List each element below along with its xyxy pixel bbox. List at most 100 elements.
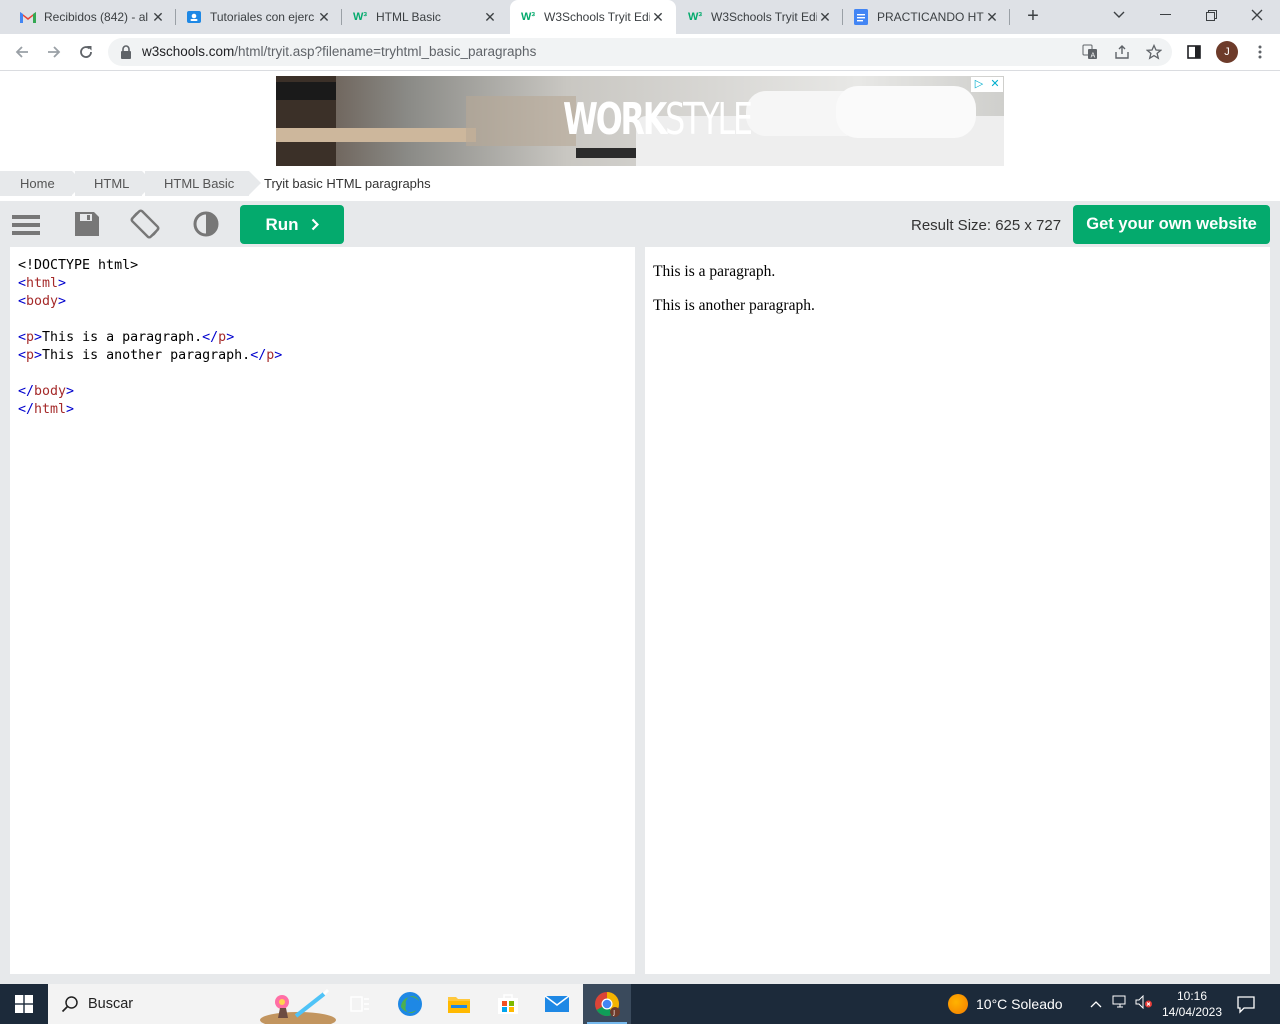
- address-bar[interactable]: w3schools.com/html/tryit.asp?filename=tr…: [108, 38, 1172, 66]
- rotate-orientation-icon[interactable]: [130, 209, 160, 239]
- svg-text:A: A: [1091, 52, 1096, 60]
- tab-gmail[interactable]: Recibidos (842) - al ✕: [10, 0, 176, 34]
- windows-taskbar: Buscar J 10°C Soleado 10:16 14/04/2023: [0, 984, 1280, 1024]
- task-view-icon: [350, 996, 369, 1012]
- breadcrumb-home[interactable]: Home: [0, 171, 87, 196]
- close-icon[interactable]: ✕: [817, 9, 833, 25]
- notification-center-icon[interactable]: [1236, 994, 1256, 1014]
- code-line: </body>: [18, 384, 75, 399]
- search-icon: [61, 996, 78, 1013]
- code-line: <p>This is another paragraph.</p>: [18, 348, 283, 363]
- close-icon[interactable]: ✕: [316, 9, 332, 25]
- menu-icon[interactable]: [11, 209, 41, 239]
- run-button[interactable]: Run: [240, 205, 344, 244]
- share-icon[interactable]: [1114, 44, 1130, 60]
- code-line: <html>: [18, 276, 67, 291]
- taskbar-edge[interactable]: [386, 984, 434, 1024]
- search-placeholder: Buscar: [88, 996, 134, 1012]
- chevron-right-icon: [311, 218, 319, 231]
- editor-panels: <!DOCTYPE html> <html> <body> <p>This is a…: [0, 247, 1280, 984]
- tab-tryit-active[interactable]: W³ W3Schools Tryit Edi ✕: [510, 0, 676, 34]
- code-line: </html>: [18, 402, 75, 417]
- bookmark-star-icon[interactable]: [1145, 43, 1163, 60]
- menu-kebab-icon[interactable]: [1246, 38, 1274, 66]
- tab-html-basic[interactable]: W³ HTML Basic ✕: [342, 0, 508, 34]
- tab-tryit-2[interactable]: W³ W3Schools Tryit Edi ✕: [677, 0, 843, 34]
- tab-title: PRACTICANDO HTM: [877, 10, 984, 24]
- reload-button[interactable]: [72, 38, 100, 66]
- tab-title: W3Schools Tryit Edi: [711, 10, 817, 24]
- taskbar-chrome[interactable]: J: [583, 984, 631, 1024]
- ad-brand-logo: WORKSTYLE: [563, 94, 753, 145]
- adchoices-icon[interactable]: ▷: [971, 77, 987, 92]
- tab-title: HTML Basic: [376, 10, 441, 24]
- code-content[interactable]: <!DOCTYPE html> <html> <body> <p>This is a…: [18, 257, 282, 419]
- breadcrumb-current: Tryit basic HTML paragraphs: [264, 176, 431, 191]
- taskbar-store[interactable]: [484, 984, 532, 1024]
- clock-date: 14/04/2023: [1161, 1005, 1223, 1019]
- breadcrumb: Home HTML HTML Basic Tryit basic HTML pa…: [0, 171, 1280, 196]
- lock-icon[interactable]: [120, 45, 132, 59]
- ad-choices[interactable]: ▷ ✕: [971, 77, 1003, 92]
- gmail-icon: [20, 9, 36, 25]
- taskbar-mail[interactable]: [533, 984, 581, 1024]
- result-frame[interactable]: This is a paragraph. This is another par…: [645, 247, 1270, 974]
- w3schools-icon: W³: [352, 11, 368, 23]
- code-line: <!DOCTYPE html>: [18, 258, 139, 273]
- tab-title: W3Schools Tryit Edi: [544, 10, 650, 24]
- minimize-button[interactable]: [1142, 0, 1188, 30]
- mail-icon: [544, 995, 570, 1012]
- code-editor[interactable]: <!DOCTYPE html> <html> <body> <p>This is a…: [10, 247, 635, 974]
- tab-title: Tutoriales con ejerc: [210, 10, 315, 24]
- close-icon[interactable]: ✕: [482, 9, 498, 25]
- tab-practicando[interactable]: PRACTICANDO HTM ✕: [843, 0, 1010, 34]
- code-line: <body>: [18, 294, 67, 309]
- classroom-icon: [186, 9, 202, 25]
- save-icon[interactable]: [73, 209, 103, 239]
- ad-banner[interactable]: WORKSTYLE ▷ ✕: [276, 76, 1004, 166]
- tab-tutoriales[interactable]: Tutoriales con ejerc ✕: [176, 0, 342, 34]
- result-paragraph: This is another paragraph.: [653, 297, 815, 314]
- forward-button[interactable]: [40, 38, 68, 66]
- side-panel-icon[interactable]: [1180, 38, 1208, 66]
- sun-icon: [948, 994, 968, 1014]
- theme-contrast-icon[interactable]: [191, 209, 221, 239]
- new-tab-button[interactable]: +: [1021, 5, 1045, 29]
- close-window-button[interactable]: [1234, 0, 1280, 30]
- tryit-toolbar: Run Result Size: 625 x 727 Get your own …: [0, 201, 1280, 247]
- result-size-label: Result Size: 625 x 727: [911, 217, 1062, 234]
- task-view-button[interactable]: [336, 984, 384, 1024]
- browser-toolbar: w3schools.com/html/tryit.asp?filename=tr…: [0, 34, 1280, 71]
- translate-icon[interactable]: A: [1082, 44, 1098, 60]
- restore-button[interactable]: [1188, 0, 1234, 30]
- breadcrumb-html[interactable]: HTML: [75, 171, 157, 196]
- get-website-button[interactable]: Get your own website: [1073, 205, 1270, 244]
- close-icon[interactable]: ✕: [650, 9, 666, 25]
- profile-avatar[interactable]: J: [1216, 41, 1238, 63]
- tray-chevron-up-icon[interactable]: [1090, 995, 1102, 1011]
- svg-text:J: J: [612, 1010, 615, 1017]
- back-button[interactable]: [8, 38, 36, 66]
- start-button[interactable]: [0, 984, 48, 1024]
- w3schools-icon: W³: [520, 11, 536, 23]
- close-icon[interactable]: ✕: [150, 9, 166, 25]
- tab-search-icon[interactable]: [1096, 0, 1142, 30]
- system-clock[interactable]: 10:16 14/04/2023: [1160, 988, 1224, 1020]
- close-icon[interactable]: ✕: [987, 77, 1003, 92]
- clock-time: 10:16: [1176, 989, 1208, 1003]
- close-icon[interactable]: ✕: [984, 9, 1000, 25]
- weather-widget[interactable]: 10°C Soleado: [948, 994, 1063, 1014]
- edge-icon: [398, 992, 422, 1016]
- volume-muted-icon[interactable]: [1135, 994, 1153, 1012]
- taskbar-file-explorer[interactable]: [435, 984, 483, 1024]
- chrome-icon: J: [595, 992, 620, 1017]
- network-icon[interactable]: [1112, 995, 1128, 1012]
- folder-icon: [448, 997, 470, 1013]
- result-paragraph: This is a paragraph.: [653, 263, 776, 280]
- w3schools-icon: W³: [687, 11, 703, 23]
- windows-logo-icon: [15, 995, 33, 1013]
- breadcrumb-html-basic[interactable]: HTML Basic: [145, 171, 264, 196]
- tab-title: Recibidos (842) - al: [44, 10, 149, 24]
- code-line: <p>This is a paragraph.</p>: [18, 330, 235, 345]
